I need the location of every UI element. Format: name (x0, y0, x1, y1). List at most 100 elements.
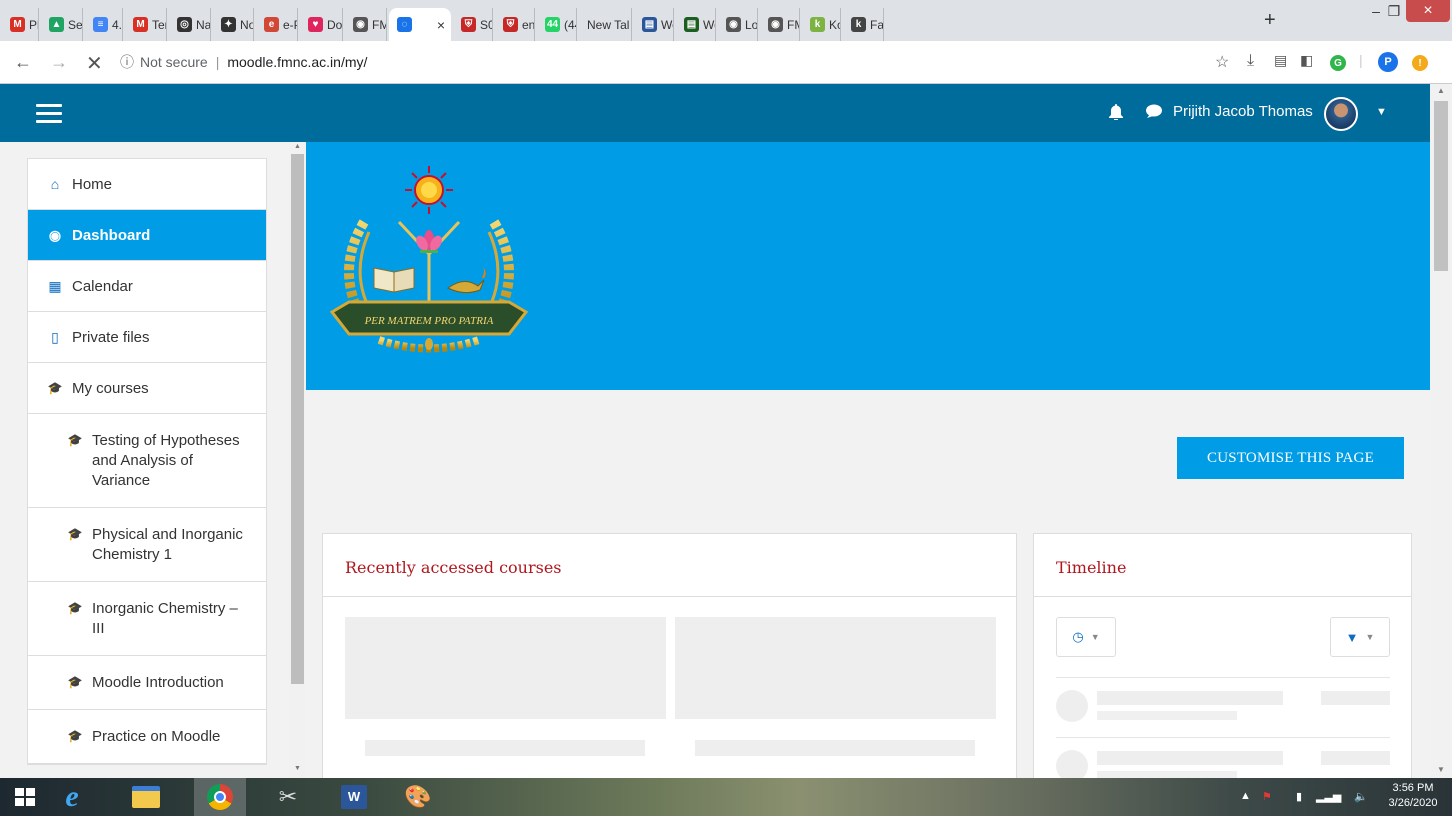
browser-tab[interactable]: ◎ Nat (169, 8, 211, 41)
customise-page-button[interactable]: CUSTOMISE THIS PAGE (1177, 437, 1404, 479)
page-scrollbar[interactable]: ▲ ▼ (1430, 84, 1452, 778)
browser-tab[interactable]: M Ten (125, 8, 167, 41)
battery-icon[interactable]: ▮ (1296, 790, 1302, 803)
browser-tab[interactable]: k Fati (843, 8, 884, 41)
profile-avatar[interactable]: P (1378, 52, 1398, 72)
restore-button[interactable]: ❐ (1384, 0, 1404, 22)
browser-tab[interactable]: ◌ × (389, 8, 451, 41)
sidebar-item[interactable]: ◉ Dashboard (28, 210, 266, 261)
scroll-up-arrow-icon[interactable]: ▲ (1437, 86, 1445, 95)
browser-tab-label: (44 (564, 17, 576, 32)
browser-tab[interactable]: ◉ FMI (345, 8, 387, 41)
shield-icon: ⛨ (461, 17, 476, 32)
file-explorer-icon[interactable] (120, 778, 172, 816)
grammarly-icon[interactable]: G (1330, 55, 1346, 71)
card-divider (323, 596, 1016, 597)
browser-tab[interactable]: New Tal (579, 8, 632, 41)
messages-chat-icon[interactable] (1145, 104, 1162, 124)
sidebar-item[interactable]: 🎓 Practice on Moodle (28, 710, 266, 764)
sidebar-item[interactable]: 🎓 Testing of Hypotheses and Analysis of V… (28, 414, 266, 508)
timeline-date-filter[interactable]: ◷ ▼ (1056, 617, 1116, 657)
sidebar-item[interactable]: ▦ Calendar (28, 261, 266, 312)
volume-icon[interactable]: 🔈 (1354, 790, 1368, 803)
graduation-cap-icon: 🎓 (67, 433, 83, 447)
browser-tab[interactable]: k Kol (802, 8, 841, 41)
drive-icon: ▲ (49, 17, 64, 32)
hamburger-menu-icon[interactable] (36, 104, 62, 123)
browser-tab-label: Log (745, 17, 758, 32)
browser-tab[interactable]: ◉ Log (718, 8, 758, 41)
browser-tab[interactable]: ✦ No (213, 8, 254, 41)
browser-tab[interactable]: ≡ 4.2 (85, 8, 123, 41)
chevron-down-icon: ▼ (1090, 632, 1100, 642)
home-icon: ⌂ (50, 176, 60, 192)
bookmark-star-icon[interactable]: ☆ (1215, 52, 1229, 72)
sidebar-item[interactable]: 🎓 Physical and Inorganic Chemistry 1 (28, 508, 266, 582)
globe-icon: ◎ (177, 17, 192, 32)
system-clock[interactable]: 3:56 PM 3/26/2020 (1383, 781, 1443, 811)
address-bar[interactable]: ⓘ Not secure | moodle.fmnc.ac.in/my/ (118, 47, 1206, 77)
url-text[interactable]: moodle.fmnc.ac.in/my/ (227, 54, 367, 70)
browser-toolbar: ← → ✕ ⓘ Not secure | moodle.fmnc.ac.in/m… (0, 41, 1452, 84)
page-scrollbar-thumb[interactable] (1434, 101, 1448, 271)
download-icon[interactable]: ⤓ (1247, 52, 1254, 70)
browser-tab[interactable]: 44 (44 (537, 8, 577, 41)
notification-bell-icon[interactable] (1109, 104, 1123, 125)
sidebar-item-label: Dashboard (72, 226, 151, 244)
forward-arrow-icon[interactable]: → (50, 52, 68, 73)
sidebar-scroll-down-icon[interactable]: ▼ (294, 765, 301, 772)
browser-tab[interactable]: ◉ FMI (760, 8, 800, 41)
paint-icon[interactable]: 🎨 (392, 778, 444, 816)
browser-tab[interactable]: ▲ Sea (41, 8, 83, 41)
new-tab-button[interactable]: + (1264, 9, 1276, 32)
funnel-filter-icon: ▼ (1345, 629, 1359, 645)
scroll-down-arrow-icon[interactable]: ▼ (1437, 765, 1445, 774)
timeline-sort-filter[interactable]: ▼ ▼ (1330, 617, 1390, 657)
sidebar-item[interactable]: 🎓 Moodle Introduction (28, 656, 266, 710)
sidebar-item[interactable]: 🎓 Inorganic Chemistry – III (28, 582, 266, 656)
timeline-title: Timeline (1056, 558, 1127, 577)
sidebar-item[interactable]: 🎓 My courses (28, 363, 266, 414)
sidebar-item[interactable]: ⌂ Home (28, 159, 266, 210)
browser-tab[interactable]: ▤ Wo (676, 8, 716, 41)
windows-start-icon[interactable] (15, 788, 35, 806)
tray-expand-icon[interactable]: ▲ (1240, 790, 1251, 802)
browser-tab[interactable]: ▤ Wo (634, 8, 674, 41)
snipping-tool-icon[interactable]: ✂ (262, 778, 314, 816)
signal-icon[interactable]: ▂▃▅ (1316, 790, 1341, 803)
minimize-button[interactable]: – (1366, 0, 1386, 22)
browser-tab[interactable]: M Pho (2, 8, 39, 41)
gmail-icon: M (133, 17, 148, 32)
browser-tab[interactable]: ♥ Dov (300, 8, 343, 41)
reader-icon[interactable]: ▤ (1274, 52, 1287, 69)
epathshala-icon: e (264, 17, 279, 32)
sidebar-scrollbar-thumb[interactable] (291, 154, 304, 684)
user-name[interactable]: Prijith Jacob Thomas (1173, 103, 1313, 120)
user-avatar[interactable] (1324, 97, 1358, 131)
sidebar-scroll-up-icon[interactable]: ▲ (294, 143, 301, 150)
clock-date: 3/26/2020 (1388, 797, 1438, 809)
recent-courses-title: Recently accessed courses (345, 558, 562, 577)
browser-tab[interactable]: ⛨ S0C (453, 8, 493, 41)
back-arrow-icon[interactable]: ← (14, 52, 32, 73)
user-menu-caret-icon[interactable]: ▼ (1376, 106, 1387, 118)
chrome-taskbar-icon[interactable] (194, 778, 246, 816)
internet-explorer-icon[interactable]: e (46, 778, 98, 816)
page-header-banner: PER MATREM PRO PATRIA (306, 142, 1430, 390)
extension-icon[interactable]: ◧ (1300, 52, 1313, 69)
info-icon[interactable]: ⓘ (120, 52, 134, 72)
word-icon[interactable]: W (328, 778, 380, 816)
browser-tab-label: FMI (787, 17, 799, 32)
address-separator: | (215, 54, 220, 70)
sidebar-item-label: Calendar (72, 277, 133, 295)
stop-loading-icon[interactable]: ✕ (86, 51, 103, 76)
update-alert-icon[interactable]: ! (1412, 55, 1428, 71)
sidebar-scrollbar[interactable]: ▲ ▼ (289, 142, 306, 778)
browser-tab[interactable]: e e-P (256, 8, 298, 41)
sidebar-item[interactable]: ▯ Private files (28, 312, 266, 363)
tab-close-icon[interactable]: × (437, 17, 445, 33)
sidebar-item-label: Private files (72, 328, 150, 346)
browser-tab[interactable]: ⛨ eng (495, 8, 535, 41)
network-alert-icon[interactable]: ⚑ (1262, 790, 1272, 803)
window-close-button[interactable]: × (1406, 0, 1450, 22)
